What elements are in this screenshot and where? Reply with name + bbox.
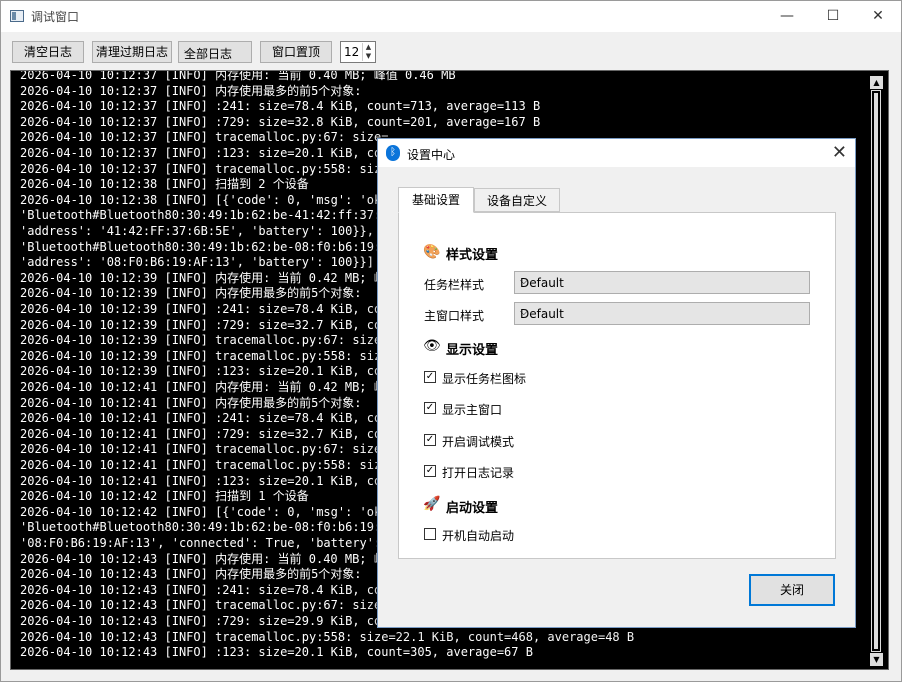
log-line: 2026-04-10 10:12:37 [INFO] tracemalloc.p… <box>20 130 389 145</box>
chevron-down-icon: ⌵ <box>520 276 528 287</box>
taskbar-style-select[interactable]: Default ⌵ <box>514 271 810 294</box>
checkbox-enable-logging[interactable]: ✓ <box>424 465 436 477</box>
log-line: 2026-04-10 10:12:41 [INFO] :123: size=20… <box>20 473 389 488</box>
log-line: 2026-04-10 10:12:37 [INFO] tracemalloc.p… <box>20 161 389 176</box>
spin-up-icon[interactable]: ▲ <box>362 43 374 52</box>
autostart-label: 开机自动启动 <box>442 529 515 543</box>
log-line: 2026-04-10 10:12:39 [INFO] 内存使用最多的前5个对象: <box>20 286 362 301</box>
app-window-icon <box>10 10 24 22</box>
window-title: 调试窗口 <box>31 10 80 24</box>
log-line: 2026-04-10 10:12:39 [INFO] :729: size=32… <box>20 317 389 332</box>
tab-basic-settings[interactable]: 基础设置 <box>398 187 474 213</box>
log-line: 2026-04-10 10:12:37 [INFO] 内存使用最多的前5个对象: <box>20 83 362 98</box>
chevron-down-icon: ⌵ <box>184 46 192 57</box>
log-line: 'Bluetooth#Bluetooth80:30:49:1b:62:be-08… <box>20 239 389 254</box>
close-window-button[interactable]: ✕ <box>855 1 901 32</box>
startup-section-title: 启动设置 <box>446 501 499 516</box>
log-line: 2026-04-10 10:12:43 [INFO] 内存使用: 当前 0.40… <box>20 551 386 566</box>
log-line: 2026-04-10 10:12:43 [INFO] tracemalloc.p… <box>20 598 389 613</box>
log-line: 2026-04-10 10:12:39 [INFO] tracemalloc.p… <box>20 348 389 363</box>
minimize-button[interactable]: — <box>764 1 810 32</box>
show-main-window-label: 显示主窗口 <box>442 403 503 417</box>
log-line: 2026-04-10 10:12:39 [INFO] 内存使用: 当前 0.42… <box>20 270 386 285</box>
log-line: 2026-04-10 10:12:43 [INFO] :123: size=20… <box>20 645 533 660</box>
log-scrollbar[interactable]: ▲ ▼ <box>869 76 885 666</box>
clear-expired-log-button[interactable]: 清理过期日志 <box>92 41 172 63</box>
log-line: 2026-04-10 10:12:39 [INFO] :241: size=78… <box>20 302 389 316</box>
log-line: 2026-04-10 10:12:43 [INFO] 内存使用最多的前5个对象: <box>20 567 362 582</box>
log-line: 2026-04-10 10:12:43 [INFO] tracemalloc.p… <box>20 629 635 644</box>
scroll-up-icon[interactable]: ▲ <box>870 76 883 89</box>
log-line: 2026-04-10 10:12:43 [INFO] :241: size=78… <box>20 582 389 597</box>
dialog-title-bar[interactable]: ᛒ 设置中心 ✕ <box>378 139 855 167</box>
font-size-value: 12 <box>344 45 360 59</box>
log-line: '08:F0:B6:19:AF:13', 'connected': True, … <box>20 536 382 550</box>
chevron-down-icon: ⌵ <box>520 307 528 318</box>
log-line: 2026-04-10 10:12:42 [INFO] 扫描到 1 个设备 <box>20 489 309 504</box>
settings-dialog: ᛒ 设置中心 ✕ 基础设置 设备自定义 🎨 样式设置 任务栏样式 Default… <box>377 138 856 628</box>
log-line: 2026-04-10 10:12:37 [INFO] 内存使用: 当前 0.40… <box>20 70 456 82</box>
log-line: 'address': '41:42:FF:37:6B:5E', 'battery… <box>20 224 389 238</box>
rocket-icon: 🚀 <box>423 496 441 512</box>
debug-mode-label: 开启调试模式 <box>442 435 515 449</box>
log-line: 'Bluetooth#Bluetooth80:30:49:1b:62:be-08… <box>20 520 389 535</box>
bluetooth-icon: ᛒ <box>386 145 400 161</box>
log-line: 2026-04-10 10:12:38 [INFO] 扫描到 2 个设备 <box>20 177 309 192</box>
log-line: 'Bluetooth#Bluetooth80:30:49:1b:62:be-41… <box>20 208 389 223</box>
basic-settings-panel: 🎨 样式设置 任务栏样式 Default ⌵ 主窗口样式 Default ⌵ 👁… <box>398 212 836 559</box>
tab-device-custom[interactable]: 设备自定义 <box>474 188 560 212</box>
show-taskbar-icon-label: 显示任务栏图标 <box>442 372 527 386</box>
log-line: 2026-04-10 10:12:41 [INFO] tracemalloc.p… <box>20 458 389 472</box>
log-line: 2026-04-10 10:12:41 [INFO] 内存使用最多的前5个对象: <box>20 395 362 410</box>
log-line: 2026-04-10 10:12:41 [INFO] :729: size=32… <box>20 426 389 441</box>
log-line: 2026-04-10 10:12:37 [INFO] :123: size=20… <box>20 146 396 160</box>
checkbox-show-taskbar-icon[interactable]: ✓ <box>424 371 436 383</box>
log-line: 2026-04-10 10:12:38 [INFO] [{'code': 0, … <box>20 192 389 207</box>
clear-log-button[interactable]: 清空日志 <box>12 41 84 63</box>
title-bar[interactable]: 调试窗口 — ☐ ✕ <box>1 1 901 32</box>
scroll-thumb[interactable] <box>874 93 878 649</box>
eye-icon: 👁 <box>423 338 441 354</box>
spin-down-icon[interactable]: ▼ <box>362 52 374 61</box>
log-line: 2026-04-10 10:12:39 [INFO] :123: size=20… <box>20 364 389 379</box>
main-window-style-label: 主窗口样式 <box>424 309 485 323</box>
log-line: 2026-04-10 10:12:42 [INFO] [{'code': 0, … <box>20 504 389 519</box>
maximize-button[interactable]: ☐ <box>810 1 856 32</box>
log-filter-select[interactable]: 全部日志 ⌵ <box>178 41 252 63</box>
palette-icon: 🎨 <box>423 244 441 260</box>
style-section-title: 样式设置 <box>446 248 499 263</box>
log-line: 2026-04-10 10:12:37 [INFO] :729: size=32… <box>20 114 541 129</box>
log-line: 2026-04-10 10:12:41 [INFO] 内存使用: 当前 0.42… <box>20 380 386 394</box>
main-window-style-select[interactable]: Default ⌵ <box>514 302 810 325</box>
scroll-down-icon[interactable]: ▼ <box>870 653 883 666</box>
log-line: 2026-04-10 10:12:39 [INFO] tracemalloc.p… <box>20 333 389 348</box>
log-line: 2026-04-10 10:12:41 [INFO] tracemalloc.p… <box>20 442 389 457</box>
dialog-close-button[interactable]: 关闭 <box>749 574 835 606</box>
toolbar: 清空日志 清理过期日志 全部日志 ⌵ 窗口置顶 12 ▲ ▼ <box>1 32 901 70</box>
log-line: 'address': '08:F0:B6:19:AF:13', 'battery… <box>20 255 375 270</box>
pin-top-button[interactable]: 窗口置顶 <box>260 41 332 63</box>
log-line: 2026-04-10 10:12:41 [INFO] :241: size=78… <box>20 411 389 426</box>
log-line: 2026-04-10 10:12:43 [INFO] :729: size=29… <box>20 614 389 628</box>
log-line: 2026-04-10 10:12:37 [INFO] :241: size=78… <box>20 99 541 114</box>
checkbox-autostart[interactable] <box>424 528 436 540</box>
taskbar-style-label: 任务栏样式 <box>424 278 485 292</box>
display-section-title: 显示设置 <box>446 343 499 358</box>
checkbox-debug-mode[interactable]: ✓ <box>424 434 436 446</box>
dialog-title: 设置中心 <box>407 148 456 162</box>
enable-logging-label: 打开日志记录 <box>442 466 515 480</box>
checkbox-show-main-window[interactable]: ✓ <box>424 402 436 414</box>
dialog-close-icon[interactable]: ✕ <box>832 142 847 163</box>
font-size-spinbox[interactable]: 12 ▲ ▼ <box>340 41 376 63</box>
